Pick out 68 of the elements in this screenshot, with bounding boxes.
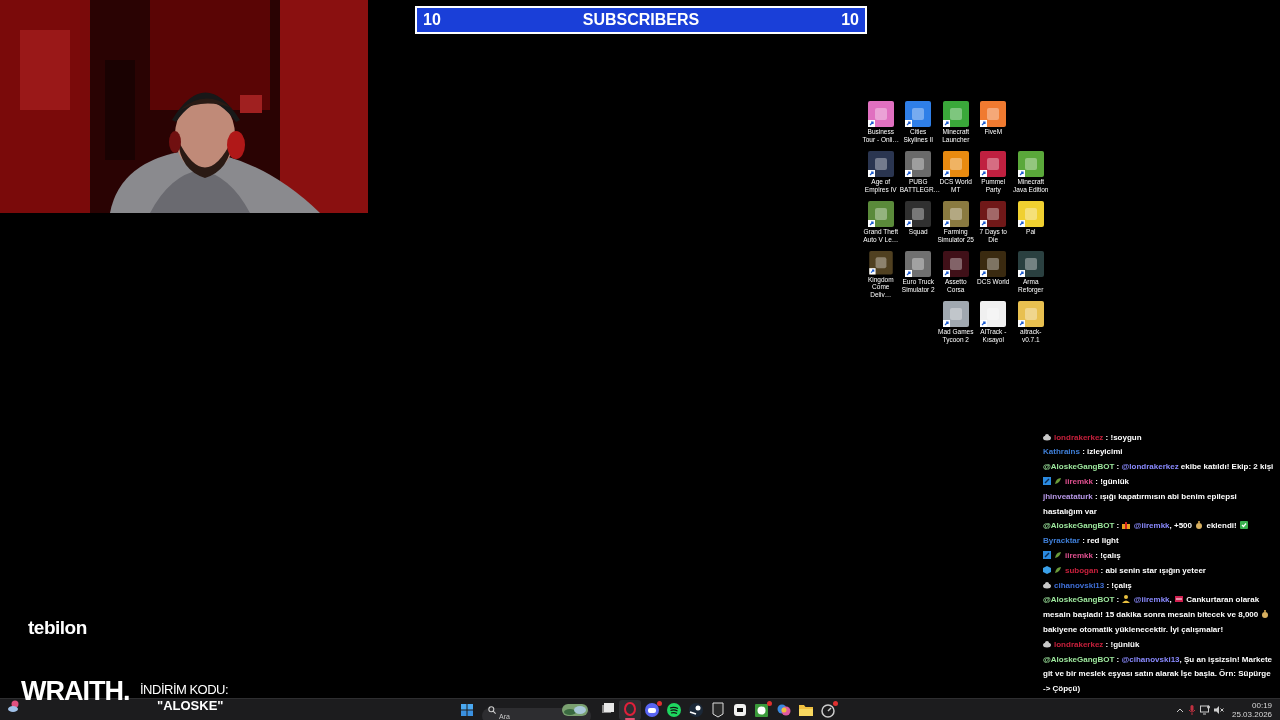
app-icon[interactable] — [980, 151, 1007, 177]
chat-message: Kathrains : izleyicimi — [1043, 447, 1123, 457]
subscriber-count: 10 — [423, 10, 441, 30]
microphone-icon — [1188, 704, 1196, 715]
square-icon — [1043, 477, 1051, 486]
weather-icon — [8, 700, 20, 712]
app-icon[interactable] — [905, 151, 932, 177]
chat-message: @AloskeGangBOT : @londrakerkez ekibe katıldı! Ekip: 2 kişi — [1043, 462, 1274, 472]
active-indicator — [625, 717, 635, 720]
music-app-icon — [665, 700, 683, 719]
steam-icon — [687, 700, 705, 719]
app-icon[interactable] — [980, 251, 1007, 277]
chat-message: Byracktar : red light — [1043, 536, 1119, 546]
speaker-muted-icon — [1214, 704, 1224, 715]
cloud-icon — [1043, 432, 1051, 441]
leaf-icon — [1054, 477, 1062, 486]
figure-icon — [1122, 595, 1131, 604]
square-icon — [1043, 551, 1051, 560]
app-icon[interactable] — [942, 201, 969, 227]
shield-icon — [709, 700, 727, 719]
app-icon[interactable] — [905, 101, 932, 127]
app-icon[interactable] — [980, 301, 1007, 327]
chat-message: @AloskeGangBOT : @iiremkk, Cankurtaran olarak mesain başladı! 15 dakika sonra mesain bitecek ve 8,000 bakiyene otomatik yüklenecektir. İyi çalışmalar! — [1043, 595, 1271, 634]
brand-logo: tebilon — [28, 616, 87, 640]
discount-label: İNDİRİM KODU: — [140, 682, 229, 698]
chevron-up-icon — [1176, 706, 1184, 713]
app-icon[interactable] — [1017, 201, 1044, 227]
app-icon[interactable] — [867, 151, 894, 177]
app-icon[interactable] — [980, 201, 1007, 227]
app-icon[interactable] — [942, 151, 969, 177]
sponsor-logo: WRAITH. — [21, 676, 130, 706]
app-icon[interactable] — [867, 101, 894, 127]
sign-icon — [1175, 595, 1183, 604]
chat-message: subogan : abi senin star ışığın yeteer — [1065, 565, 1206, 575]
app-icon[interactable] — [905, 201, 932, 227]
display-icon — [1200, 704, 1210, 715]
chat-message: iiremkk : !çalış — [1065, 551, 1121, 561]
cloud-icon — [1043, 639, 1051, 648]
money-bag-icon — [1261, 610, 1270, 619]
app-icon[interactable] — [942, 251, 969, 277]
app-icon[interactable] — [867, 201, 894, 227]
chat-message: londrakerkez : !günlük — [1054, 639, 1140, 649]
banner-title: SUBSCRIBERS — [582, 10, 700, 30]
chat-message: iiremkk : !günlük — [1065, 477, 1130, 487]
app-icon[interactable] — [1017, 301, 1044, 327]
subscriber-count: 10 — [841, 10, 859, 30]
app-icon[interactable] — [1017, 251, 1044, 277]
gift-icon — [1122, 521, 1131, 530]
chat-message: cihanovski13 : !çalış — [1054, 580, 1132, 590]
chat-message: @AloskeGangBOT : @cihanovski13, Şu an işsizsin! Markete git ve bir meslek eşyası satın alarak İşe başla. Örn: Süpürge -> Çöpçü) — [1043, 654, 1273, 694]
app-icon[interactable] — [867, 251, 894, 275]
cloud-icon — [1043, 580, 1051, 589]
search-icon — [488, 705, 496, 714]
app-icon[interactable] — [905, 251, 932, 277]
chat-message: londrakerkez : !soygun — [1054, 432, 1142, 442]
app-icon[interactable] — [942, 101, 969, 127]
app-icon[interactable] — [980, 101, 1007, 127]
chat-app-icon — [643, 700, 661, 719]
cube-icon — [1043, 565, 1051, 574]
chat-message: @AloskeGangBOT : @iiremkk, +500 eklendi! — [1043, 521, 1249, 531]
clock-date: 25.03.2026 — [1232, 709, 1273, 719]
clock-time: 00:19 — [1252, 700, 1273, 710]
app-icon[interactable] — [942, 301, 969, 327]
money-bag-icon — [1195, 521, 1204, 530]
app-icon[interactable] — [1017, 151, 1044, 177]
check-icon — [1239, 521, 1248, 530]
discount-code: "ALOSKE" — [157, 698, 224, 714]
ring-icon — [621, 700, 639, 719]
